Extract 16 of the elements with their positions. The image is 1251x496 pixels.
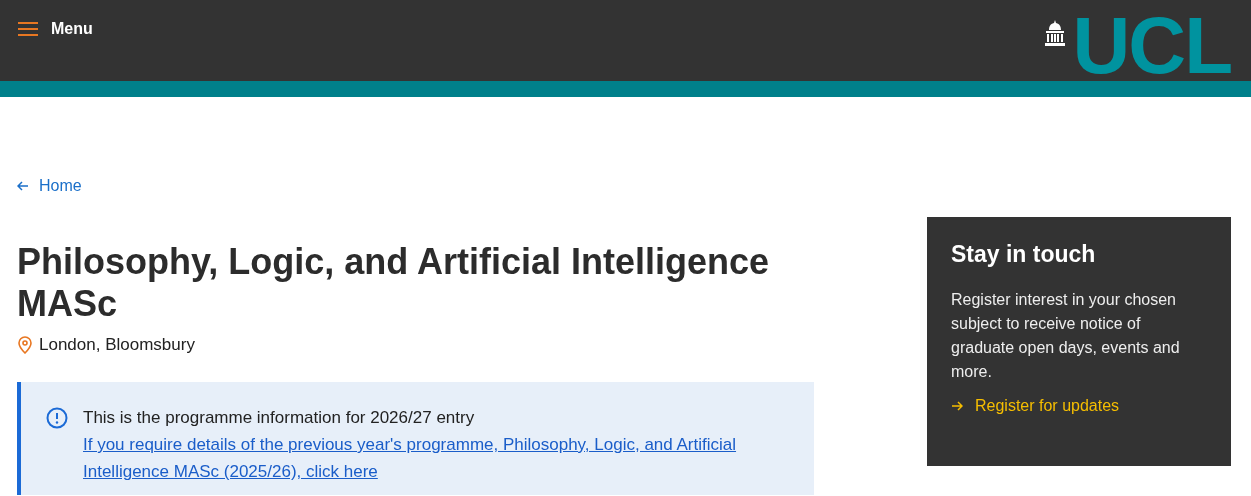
arrow-right-icon	[951, 401, 963, 411]
register-link[interactable]: Register for updates	[951, 397, 1120, 415]
arrow-left-icon	[17, 181, 29, 191]
card-text: Register interest in your chosen subject to receive notice of graduate open days, events and more.	[951, 290, 1181, 382]
home-link[interactable]: Home	[17, 177, 82, 195]
card-title: Stay in touch	[951, 241, 1097, 268]
previous-year-link[interactable]: If you require details of the previous year's programme, Philosophy, Logic, and Artificial Intelligence MASc (2025/26), click here	[83, 431, 794, 485]
notice-text: This is the programme information for 2026/27 entry	[83, 407, 476, 429]
logo[interactable]: UCL	[1042, 12, 1231, 80]
info-icon	[46, 407, 68, 429]
location-text: London, Bloomsbury	[39, 335, 195, 355]
map-pin-icon	[17, 336, 33, 354]
menu-button[interactable]: Menu	[18, 20, 93, 38]
building-icon	[1042, 20, 1067, 46]
page-title: Philosophy, Logic, and Artificial Intelligence MASc	[17, 241, 771, 325]
menu-icon	[18, 21, 38, 37]
